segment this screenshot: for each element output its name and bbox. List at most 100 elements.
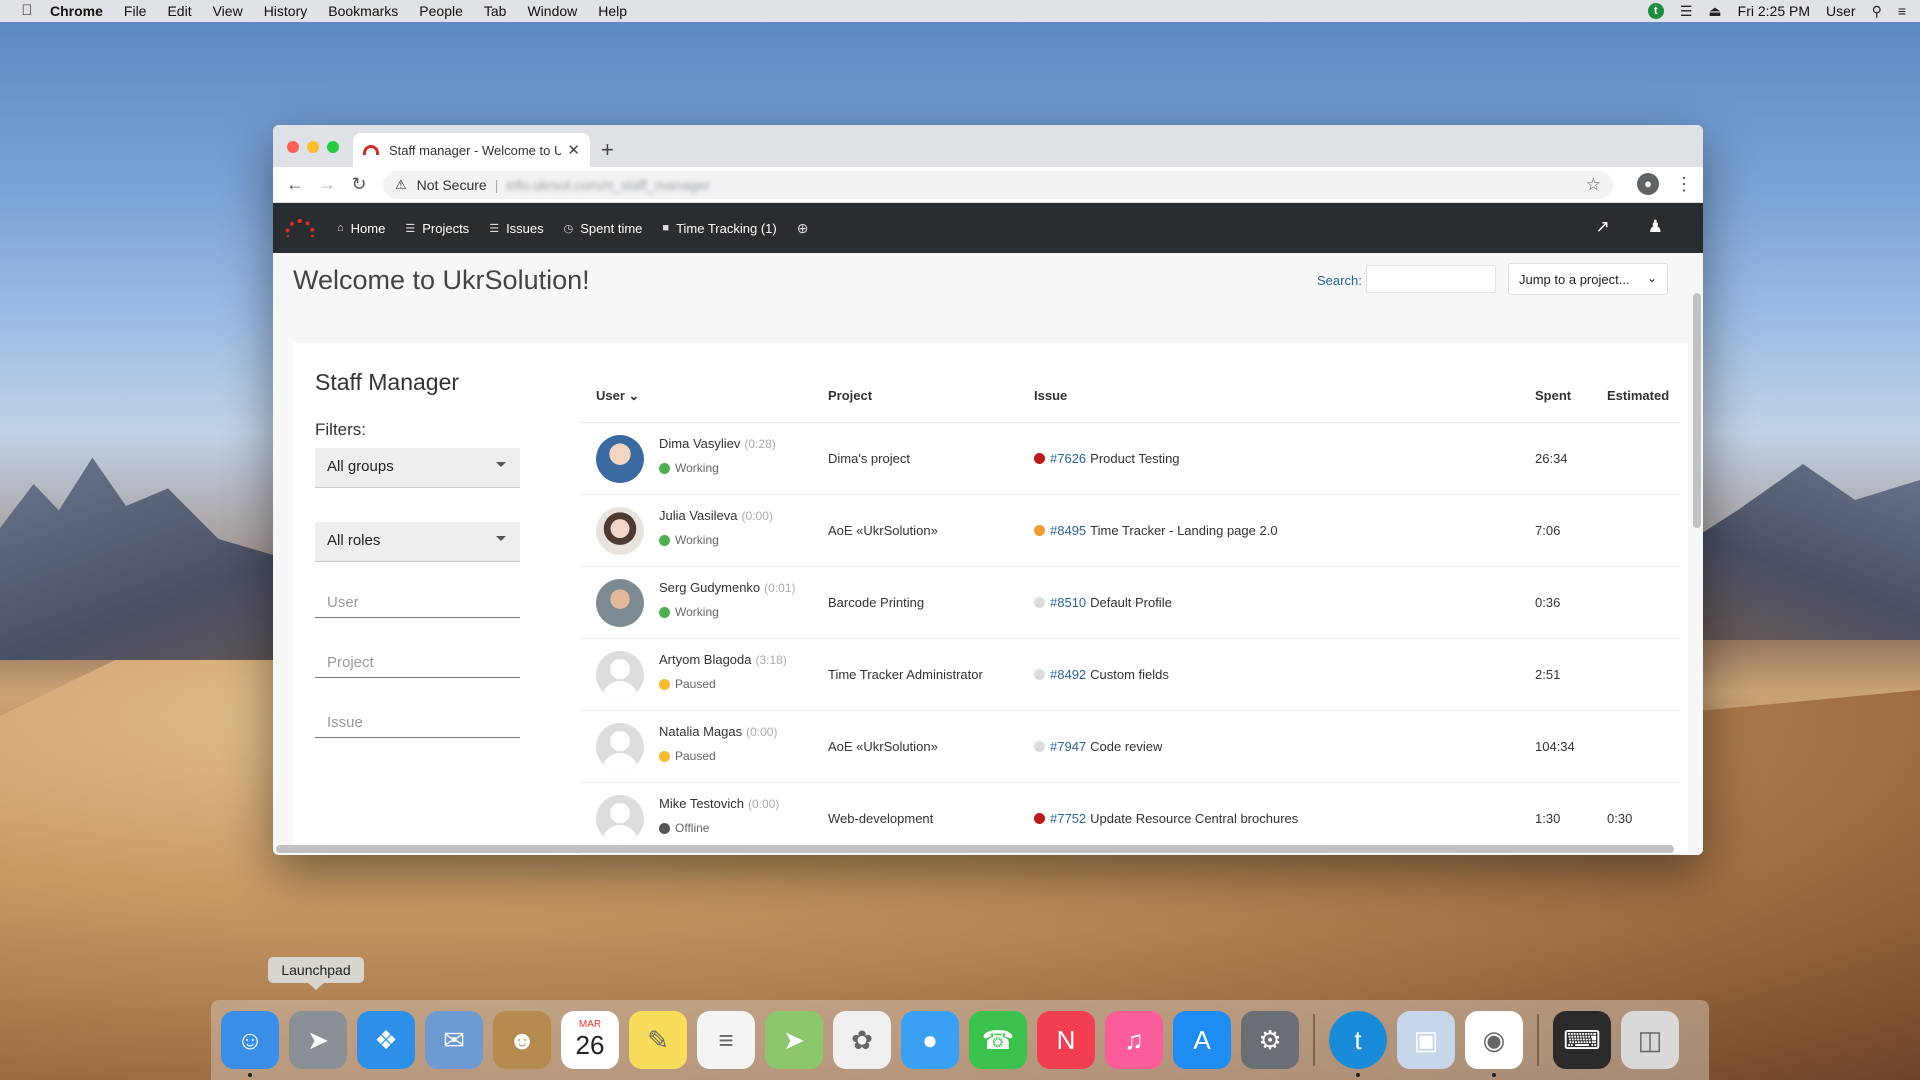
menu-app-name[interactable]: Chrome (50, 3, 103, 19)
reload-icon[interactable]: ↻ (343, 174, 375, 195)
user-name-cell[interactable]: Julia Vasileva (0:00) (659, 508, 773, 523)
clock[interactable]: Fri 2:25 PM (1738, 3, 1810, 19)
close-tab-icon[interactable]: ✕ (567, 141, 580, 159)
warning-triangle-icon[interactable]: ⚠ (395, 177, 407, 193)
menu-user[interactable]: User (1826, 3, 1856, 19)
dock-preview-icon[interactable]: ▣ (1397, 1011, 1455, 1069)
redmine-logo-icon[interactable] (285, 219, 315, 237)
security-label[interactable]: Not Secure (417, 177, 487, 193)
profile-avatar-icon[interactable]: ● (1637, 173, 1659, 195)
user-name-cell[interactable]: Dima Vasyliev (0:28) (659, 436, 776, 451)
menu-tab[interactable]: Tab (484, 3, 507, 19)
dock-launchpad-icon[interactable]: ➤ (289, 1011, 347, 1069)
dock-maps-icon[interactable]: ➤ (765, 1011, 823, 1069)
column-user-header[interactable]: User ⌄ (596, 388, 639, 404)
dock-chrome-icon[interactable]: ◉ (1465, 1011, 1523, 1077)
apple-menu-icon[interactable]:  (18, 2, 36, 20)
search-input[interactable] (1366, 265, 1496, 293)
menu-view[interactable]: View (213, 3, 243, 19)
dock-finder-icon[interactable]: ☺ (221, 1011, 279, 1077)
wifi-icon[interactable]: ☰ (1680, 3, 1693, 20)
user-avatar[interactable] (596, 651, 644, 699)
user-avatar[interactable] (596, 579, 644, 627)
nav-issues[interactable]: ☰ Issues (489, 221, 543, 236)
user-name[interactable]: Julia Vasileva (659, 508, 738, 523)
dock-notes-icon[interactable]: ✎ (629, 1011, 687, 1069)
url-text[interactable]: info.ukrsol.com/rt_staff_manager (506, 177, 710, 193)
dock-trash-icon[interactable]: ◫ (1621, 1011, 1679, 1069)
dock-calendar-icon[interactable]: MAR 26 (561, 1011, 619, 1069)
user-name-cell[interactable]: Mike Testovich (0:00) (659, 796, 779, 811)
menu-help[interactable]: Help (598, 3, 627, 19)
dock-reminders-icon[interactable]: ≡ (697, 1011, 755, 1069)
eject-icon[interactable]: ⏏ (1708, 3, 1721, 20)
notification-center-icon[interactable]: ≡ (1898, 3, 1906, 19)
table-row[interactable]: Dima Vasyliev (0:28) Working Dima's project… (580, 423, 1680, 495)
nav-home[interactable]: ⌂ Home (337, 221, 385, 236)
nav-projects[interactable]: ☰ Projects (405, 221, 469, 236)
back-arrow-icon[interactable]: ← (279, 174, 311, 195)
forward-arrow-icon[interactable]: → (311, 174, 343, 195)
roles-filter-select[interactable]: All roles (315, 522, 520, 562)
dock-itunes-icon[interactable]: ♫ (1105, 1011, 1163, 1069)
menu-history[interactable]: History (264, 3, 308, 19)
issue-link[interactable]: #8495 (1050, 523, 1086, 538)
bookmark-star-icon[interactable]: ☆ (1586, 175, 1601, 195)
dock-system-preferences-icon[interactable]: ⚙ (1241, 1011, 1299, 1069)
project-cell[interactable]: Dima's project (828, 451, 910, 466)
dock-app-store-icon[interactable]: A (1173, 1011, 1231, 1069)
dock-time-tracker-icon[interactable]: t (1329, 1011, 1387, 1077)
dock-mail-icon[interactable]: ✉ (425, 1011, 483, 1069)
user-filter-field[interactable]: User (315, 586, 520, 618)
jump-to-project-select[interactable]: Jump to a project... ⌄ (1508, 263, 1668, 295)
table-row[interactable]: Artyom Blagoda (3:18) Paused Time Tracker A… (580, 639, 1680, 711)
project-filter-field[interactable]: Project (315, 646, 520, 678)
user-account-icon[interactable]: ♟ (1648, 217, 1663, 237)
dock-contacts-icon[interactable]: ☻ (493, 1011, 551, 1069)
issue-filter-field[interactable]: Issue (315, 706, 520, 738)
chart-icon[interactable]: ↗ (1596, 217, 1610, 237)
chrome-menu-icon[interactable]: ⋮ (1675, 174, 1693, 195)
nav-time-tracking[interactable]: ■ Time Tracking (1) (662, 221, 776, 236)
user-avatar[interactable] (596, 435, 644, 483)
user-name[interactable]: Serg Gudymenko (659, 580, 760, 595)
user-name[interactable]: Mike Testovich (659, 796, 744, 811)
column-spent-header[interactable]: Spent (1535, 388, 1571, 403)
close-window-button[interactable] (287, 141, 299, 153)
address-bar[interactable]: ⚠ Not Secure | info.ukrsol.com/rt_staff_… (383, 171, 1613, 199)
horizontal-scrollbar[interactable] (276, 845, 1674, 853)
user-name-cell[interactable]: Artyom Blagoda (3:18) (659, 652, 787, 667)
browser-tab-active[interactable]: Staff manager - Welcome to U ✕ (353, 133, 590, 167)
time-tracker-status-icon[interactable]: t (1647, 3, 1664, 19)
menu-people[interactable]: People (419, 3, 463, 19)
minimize-window-button[interactable] (307, 141, 319, 153)
nav-spent-time[interactable]: ◷ Spent time (564, 221, 643, 236)
menu-window[interactable]: Window (527, 3, 577, 19)
menu-bookmarks[interactable]: Bookmarks (328, 3, 398, 19)
issue-link[interactable]: #8510 (1050, 595, 1086, 610)
dock-photos-icon[interactable]: ✿ (833, 1011, 891, 1069)
groups-filter-select[interactable]: All groups (315, 448, 520, 488)
project-cell[interactable]: Barcode Printing (828, 595, 924, 610)
column-issue-header[interactable]: Issue (1034, 388, 1067, 403)
user-name[interactable]: Natalia Magas (659, 724, 742, 739)
project-cell[interactable]: AoE «UkrSolution» (828, 739, 938, 754)
column-estimated-header[interactable]: Estimated (1607, 388, 1669, 403)
spotlight-search-icon[interactable]: ⚲ (1872, 3, 1882, 20)
issue-link[interactable]: #7626 (1050, 451, 1086, 466)
user-name[interactable]: Dima Vasyliev (659, 436, 740, 451)
project-cell[interactable]: Time Tracker Administrator (828, 667, 983, 682)
user-name-cell[interactable]: Natalia Magas (0:00) (659, 724, 777, 739)
issue-link[interactable]: #7947 (1050, 739, 1086, 754)
menu-edit[interactable]: Edit (167, 3, 191, 19)
vertical-scrollbar[interactable] (1693, 293, 1701, 528)
new-tab-button[interactable]: + (601, 137, 614, 163)
user-avatar[interactable] (596, 795, 644, 843)
project-cell[interactable]: Web-development (828, 811, 933, 826)
issue-link[interactable]: #7752 (1050, 811, 1086, 826)
add-plus-icon[interactable]: ⊕ (797, 220, 809, 237)
table-row[interactable]: Natalia Magas (0:00) Paused AoE «UkrSolutio… (580, 711, 1680, 783)
user-avatar[interactable] (596, 723, 644, 771)
menu-file[interactable]: File (124, 3, 147, 19)
user-name[interactable]: Artyom Blagoda (659, 652, 752, 667)
